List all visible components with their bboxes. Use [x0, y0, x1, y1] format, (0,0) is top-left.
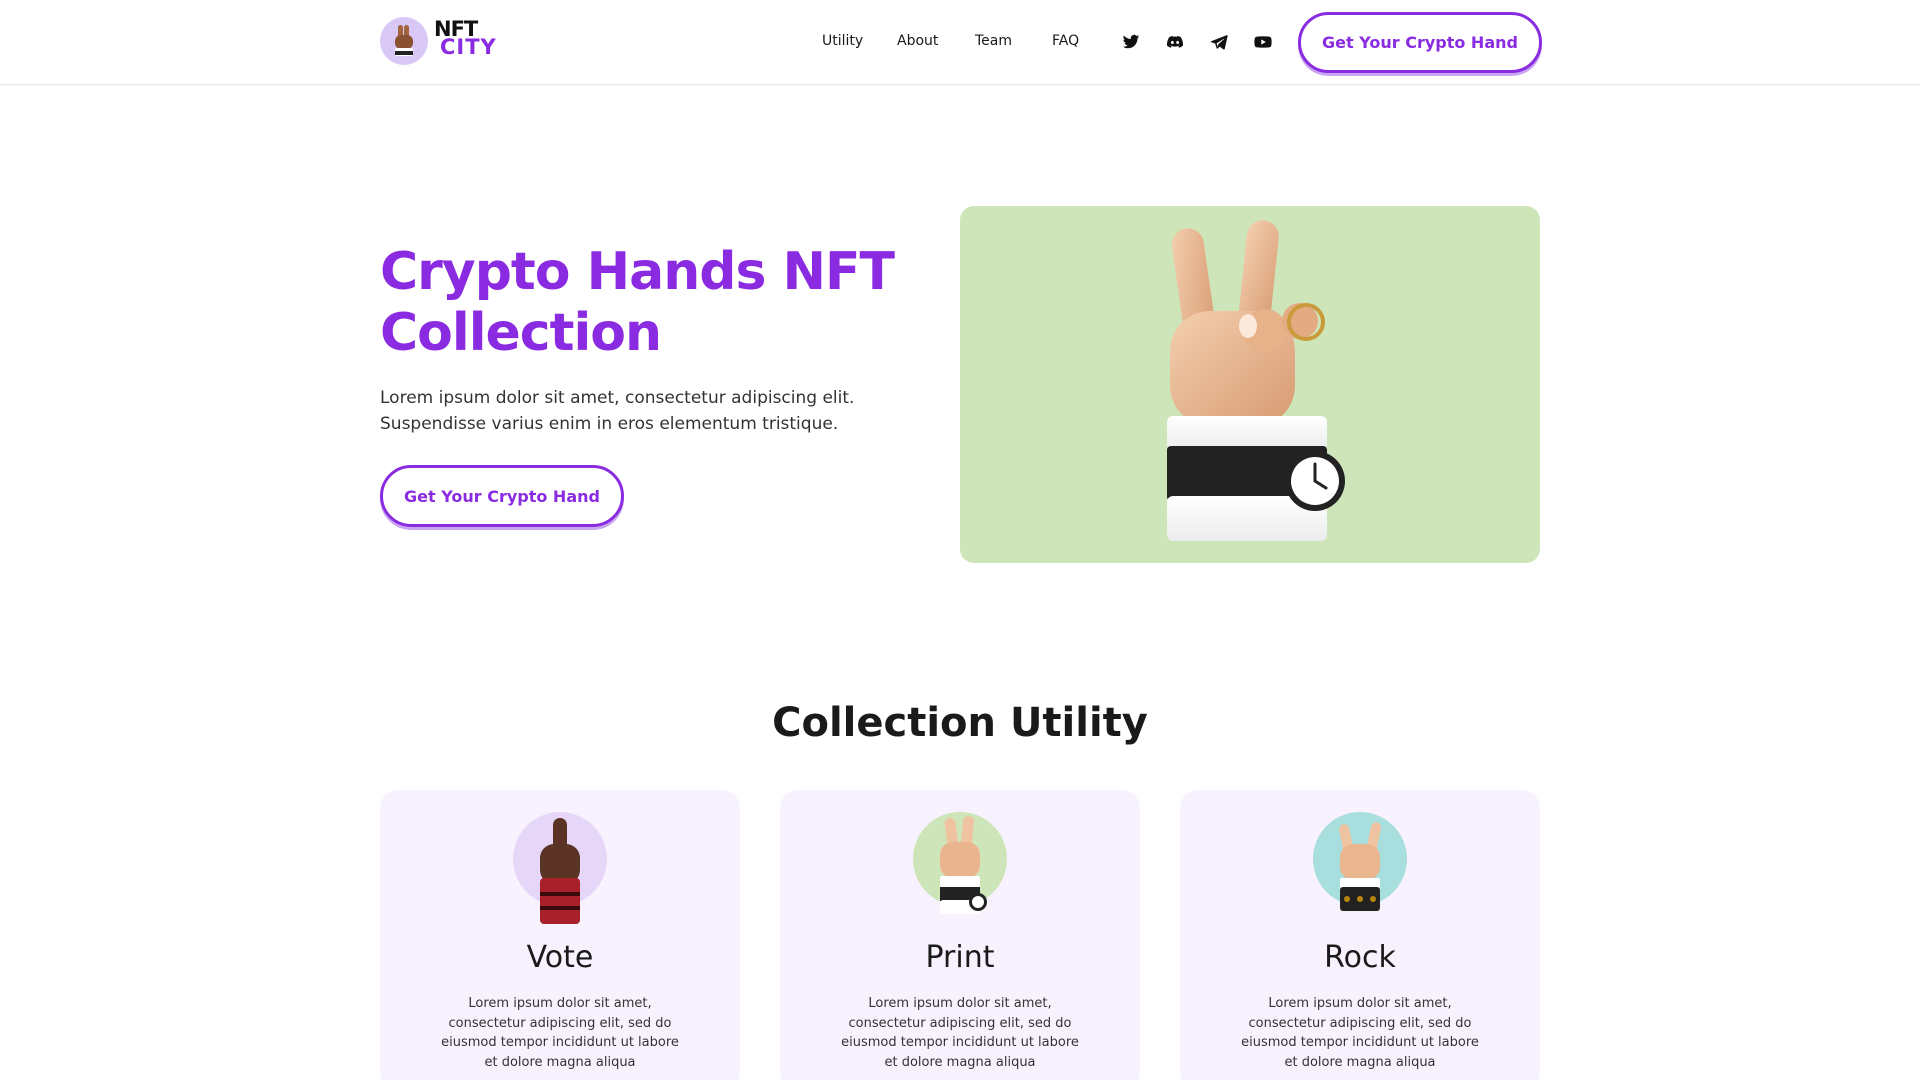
utility-card-title: Vote — [526, 940, 594, 975]
utility-card-title: Rock — [1324, 940, 1396, 975]
hero-hand-image — [960, 206, 1540, 563]
brand-logo[interactable]: NFT CITY — [380, 17, 500, 67]
utility-card-text: Lorem ipsum dolor sit amet, consectetur … — [441, 996, 679, 1070]
rock-hand-icon — [1313, 812, 1407, 911]
nav-item-utility[interactable]: Utility — [822, 33, 863, 49]
nav-item-about[interactable]: About — [897, 33, 938, 49]
brand-wordmark: NFT CITY — [434, 19, 497, 59]
print-hand-icon — [913, 812, 1007, 914]
telegram-icon[interactable] — [1210, 33, 1228, 51]
utility-card-vote: Vote Lorem ipsum dolor sit amet, consect… — [380, 790, 740, 1080]
vote-hand-icon — [513, 812, 607, 924]
site-header: NFT CITY Utility About Team FAQ Get Your… — [0, 0, 1920, 85]
utility-card-title: Print — [925, 940, 995, 975]
hero-description: Lorem ipsum dolor sit amet, consectetur … — [380, 388, 855, 434]
nav-item-faq[interactable]: FAQ — [1052, 33, 1079, 49]
utility-card-text: Lorem ipsum dolor sit amet, consectetur … — [841, 996, 1079, 1070]
utility-card-print: Print Lorem ipsum dolor sit amet, consec… — [780, 790, 1140, 1080]
hero-get-crypto-hand-button[interactable]: Get Your Crypto Hand — [380, 465, 624, 527]
brand-line-2: CITY — [440, 35, 497, 59]
twitter-icon[interactable] — [1122, 33, 1140, 51]
utility-card-text: Lorem ipsum dolor sit amet, consectetur … — [1241, 996, 1479, 1070]
discord-icon[interactable] — [1166, 33, 1184, 51]
youtube-icon[interactable] — [1254, 33, 1272, 51]
collection-utility-title: Collection Utility — [772, 700, 1148, 746]
utility-card-rock: Rock Lorem ipsum dolor sit amet, consect… — [1180, 790, 1540, 1080]
nav-item-team[interactable]: Team — [975, 33, 1012, 49]
hero-title: Crypto Hands NFT Collection — [380, 242, 895, 363]
header-get-crypto-hand-button[interactable]: Get Your Crypto Hand — [1298, 12, 1542, 73]
logo-hand-avatar — [380, 17, 428, 65]
